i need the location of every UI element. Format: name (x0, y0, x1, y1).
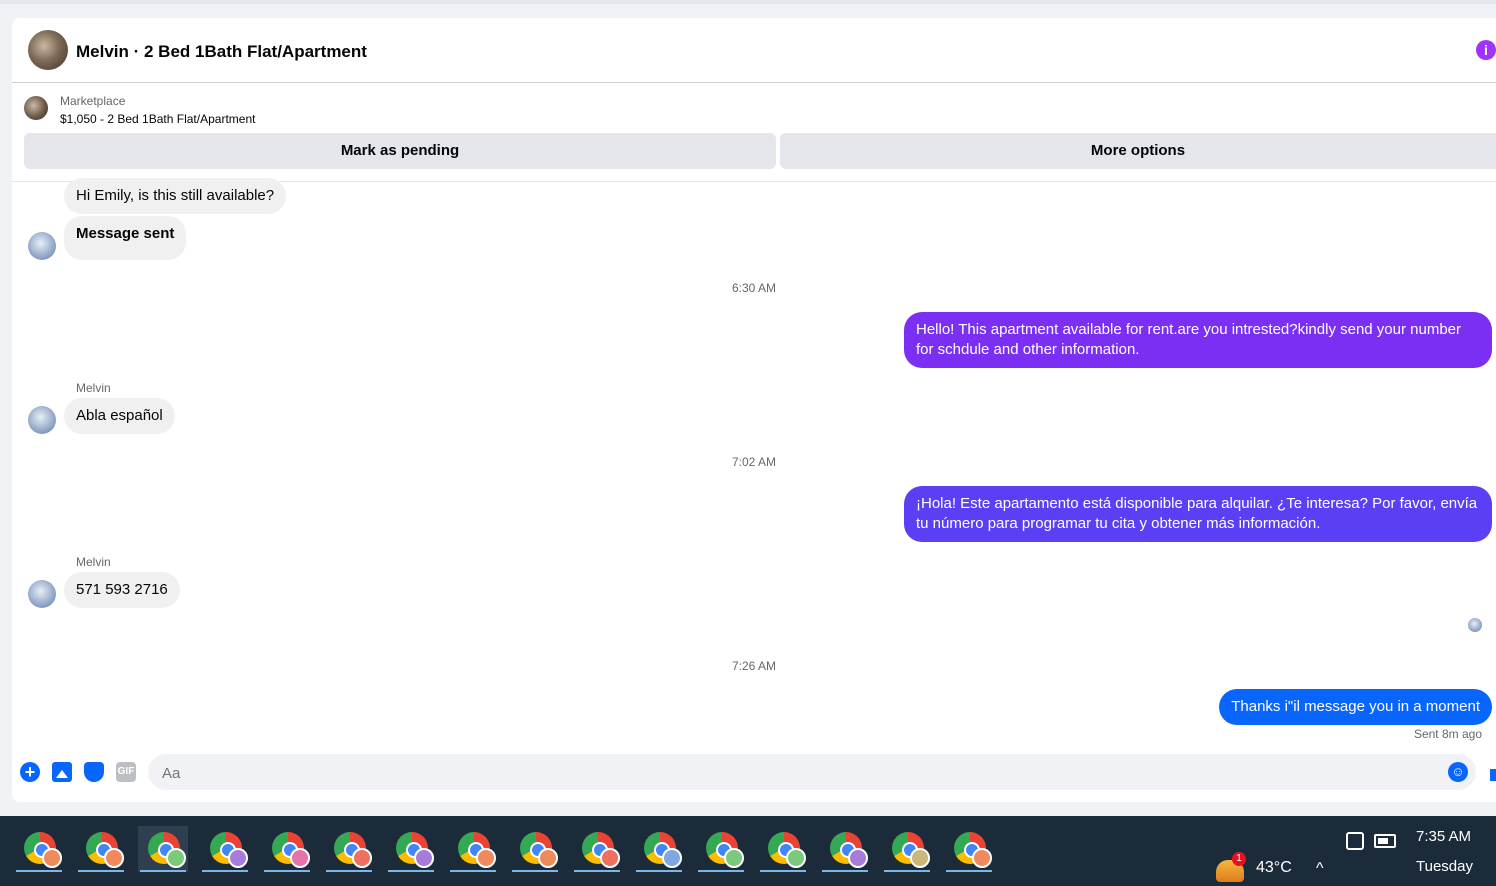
clock-day[interactable]: Tuesday (1416, 858, 1473, 875)
taskbar-chrome-app[interactable] (324, 826, 374, 872)
windows-taskbar: 1 43°C ^ 7:35 AM Tuesday (0, 816, 1496, 886)
running-indicator (16, 870, 62, 872)
message-composer: + GIF ☺ (12, 752, 1496, 792)
battery-icon[interactable] (1374, 834, 1396, 848)
message-bubble-incoming[interactable]: Abla español (64, 398, 175, 434)
gif-icon[interactable]: GIF (116, 762, 136, 782)
taskbar-chrome-app[interactable] (200, 826, 250, 872)
info-icon[interactable]: i (1476, 40, 1496, 60)
running-indicator (760, 870, 806, 872)
contact-avatar-small[interactable] (28, 580, 56, 608)
marketplace-label: Marketplace (60, 94, 126, 108)
plus-icon[interactable]: + (20, 762, 40, 782)
profile-badge-icon (166, 848, 186, 868)
like-icon[interactable] (1490, 769, 1496, 781)
running-indicator (140, 870, 186, 872)
taskbar-chrome-app[interactable] (882, 826, 932, 872)
profile-badge-icon (290, 848, 310, 868)
taskbar-chrome-app[interactable] (138, 826, 188, 872)
profile-badge-icon (476, 848, 496, 868)
taskbar-chrome-app[interactable] (76, 826, 126, 872)
taskbar-chrome-app[interactable] (820, 826, 870, 872)
contact-avatar-small[interactable] (28, 232, 56, 260)
message-timestamp: 6:30 AM (731, 281, 777, 295)
profile-badge-icon (600, 848, 620, 868)
listing-title[interactable]: $1,050 - 2 Bed 1Bath Flat/Apartment (60, 112, 255, 126)
profile-badge-icon (104, 848, 124, 868)
message-bubble-incoming[interactable]: Message sent (64, 216, 187, 260)
running-indicator (884, 870, 930, 872)
meet-now-icon[interactable] (1346, 832, 1364, 850)
taskbar-chrome-app[interactable] (572, 826, 622, 872)
profile-badge-icon (910, 848, 930, 868)
taskbar-chrome-app[interactable] (14, 826, 64, 872)
running-indicator (822, 870, 868, 872)
profile-badge-icon (538, 848, 558, 868)
running-indicator (78, 870, 124, 872)
message-bubble-outgoing[interactable]: Thanks i"il message you in a moment (1219, 689, 1492, 725)
clock-time[interactable]: 7:35 AM (1416, 828, 1471, 845)
marketplace-panel: Marketplace $1,050 - 2 Bed 1Bath Flat/Ap… (12, 83, 1496, 182)
profile-badge-icon (42, 848, 62, 868)
taskbar-chrome-app[interactable] (448, 826, 498, 872)
temperature[interactable]: 43°C (1256, 859, 1292, 877)
taskbar-chrome-app[interactable] (758, 826, 808, 872)
taskbar-chrome-app[interactable] (262, 826, 312, 872)
browser-top-strip (0, 0, 1496, 4)
running-indicator (326, 870, 372, 872)
running-indicator (388, 870, 434, 872)
profile-badge-icon (414, 848, 434, 868)
chat-header: Melvin · 2 Bed 1Bath Flat/Apartment i (12, 18, 1496, 83)
running-indicator (264, 870, 310, 872)
weather-badge: 1 (1232, 852, 1246, 866)
listing-thumbnail[interactable] (24, 96, 48, 120)
mark-as-pending-button[interactable]: Mark as pending (24, 133, 776, 169)
profile-badge-icon (228, 848, 248, 868)
contact-avatar[interactable] (28, 30, 68, 70)
message-input-wrapper: ☺ (148, 754, 1476, 792)
running-indicator (512, 870, 558, 872)
photo-icon[interactable] (52, 762, 72, 782)
contact-avatar-small[interactable] (28, 406, 56, 434)
taskbar-chrome-app[interactable] (634, 826, 684, 872)
message-timestamp: 7:26 AM (731, 659, 777, 673)
more-options-button[interactable]: More options (780, 133, 1496, 169)
taskbar-chrome-app[interactable] (944, 826, 994, 872)
profile-badge-icon (848, 848, 868, 868)
taskbar-chrome-app[interactable] (386, 826, 436, 872)
sticker-icon[interactable] (84, 762, 104, 782)
message-input[interactable] (160, 754, 1444, 792)
sent-status: Sent 8m ago (1413, 727, 1482, 741)
profile-badge-icon (662, 848, 682, 868)
sender-name: Melvin (76, 555, 111, 569)
profile-badge-icon (786, 848, 806, 868)
profile-badge-icon (972, 848, 992, 868)
emoji-icon[interactable]: ☺ (1448, 762, 1468, 782)
running-indicator (202, 870, 248, 872)
message-bubble-outgoing[interactable]: ¡Hola! Este apartamento está disponible … (904, 486, 1492, 542)
chat-window: Melvin · 2 Bed 1Bath Flat/Apartment i Ma… (12, 18, 1496, 802)
message-bubble-incoming[interactable]: 571 593 2716 (64, 572, 180, 608)
running-indicator (946, 870, 992, 872)
message-timestamp: 7:02 AM (731, 455, 777, 469)
profile-badge-icon (724, 848, 744, 868)
chat-title[interactable]: Melvin · 2 Bed 1Bath Flat/Apartment (76, 42, 367, 62)
chevron-up-icon[interactable]: ^ (1316, 860, 1324, 878)
running-indicator (636, 870, 682, 872)
seen-receipt-avatar (1468, 618, 1482, 632)
taskbar-chrome-app[interactable] (510, 826, 560, 872)
message-bubble-incoming[interactable]: Hi Emily, is this still available? (64, 178, 287, 214)
running-indicator (574, 870, 620, 872)
profile-badge-icon (352, 848, 372, 868)
sender-name: Melvin (76, 381, 111, 395)
running-indicator (450, 870, 496, 872)
taskbar-chrome-app[interactable] (696, 826, 746, 872)
message-bubble-outgoing[interactable]: Hello! This apartment available for rent… (904, 312, 1492, 368)
running-indicator (698, 870, 744, 872)
